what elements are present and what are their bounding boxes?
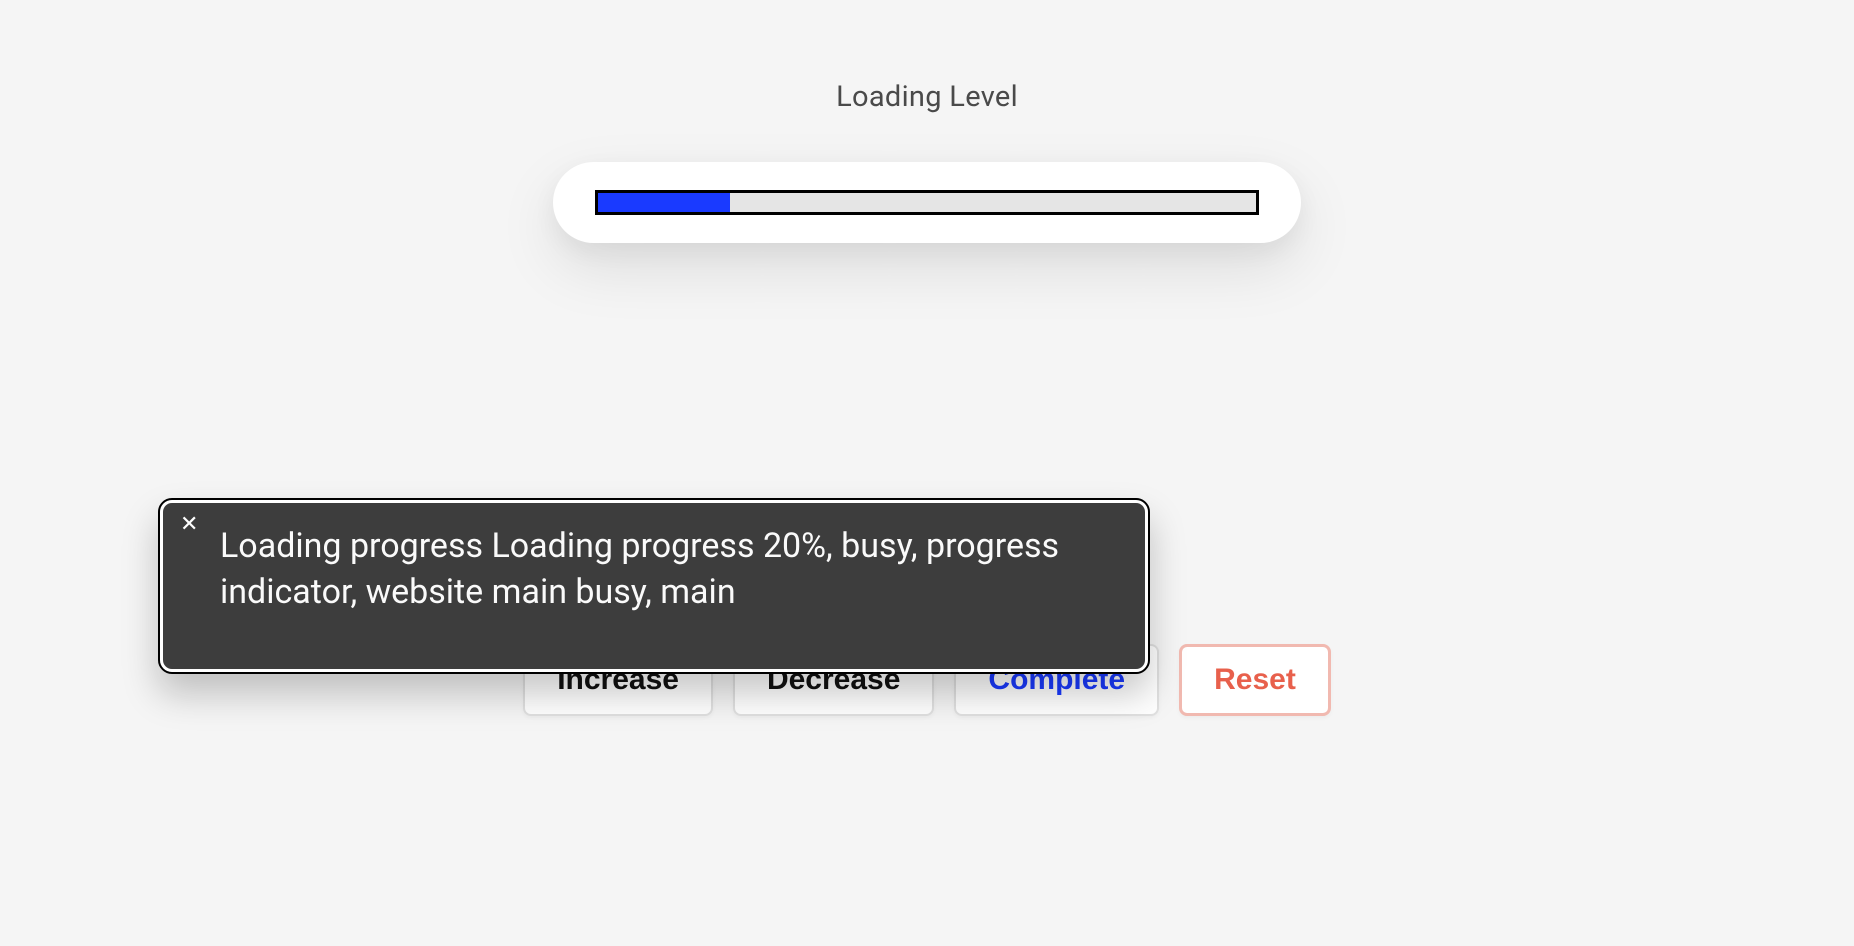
tooltip-text: Loading progress Loading progress 20%, b… bbox=[220, 524, 1116, 616]
progress-card bbox=[553, 162, 1301, 243]
page-title: Loading Level bbox=[836, 80, 1018, 114]
reset-button[interactable]: Reset bbox=[1179, 644, 1331, 716]
close-icon[interactable]: ✕ bbox=[180, 514, 198, 536]
progress-bar bbox=[595, 190, 1259, 215]
accessibility-tooltip: ✕ Loading progress Loading progress 20%,… bbox=[158, 498, 1150, 674]
main-container: Loading Level bbox=[0, 0, 1854, 243]
progress-fill bbox=[598, 193, 730, 212]
